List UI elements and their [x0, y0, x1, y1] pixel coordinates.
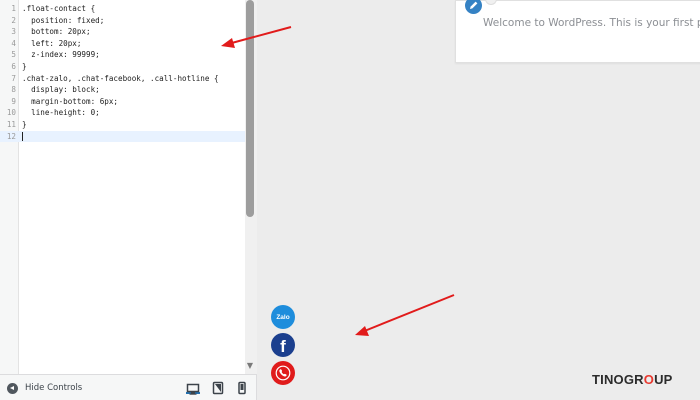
- chat-facebook-button[interactable]: f: [271, 333, 295, 357]
- editor-scrollbar-thumb[interactable]: [246, 0, 254, 217]
- chat-zalo-button[interactable]: Zalo: [271, 305, 295, 329]
- pencil-icon: [470, 1, 478, 9]
- desktop-icon: [186, 383, 200, 395]
- preview-mobile-button[interactable]: [237, 380, 251, 395]
- code-line[interactable]: 2 position: fixed;: [0, 15, 245, 27]
- comment-text: Welcome to WordPress. This is your first…: [483, 17, 700, 29]
- code-line[interactable]: 10 line-height: 0;: [0, 107, 245, 119]
- comment-card: [455, 0, 700, 63]
- code-line[interactable]: 8 display: block;: [0, 84, 245, 96]
- code-line[interactable]: 1 .float-contact {: [0, 3, 245, 15]
- phone-icon: [275, 365, 291, 381]
- facebook-icon: f: [280, 336, 286, 356]
- code-line-active[interactable]: 12: [0, 130, 245, 143]
- zalo-icon: Zalo: [276, 313, 290, 321]
- code-line[interactable]: 3 bottom: 20px;: [0, 26, 245, 38]
- preview-desktop-button[interactable]: [186, 380, 200, 395]
- edit-shortcut-pencil-icon[interactable]: [465, 0, 482, 14]
- call-hotline-button[interactable]: [271, 361, 295, 385]
- tablet-icon: [212, 381, 224, 395]
- code-line[interactable]: 5 z-index: 99999;: [0, 49, 245, 61]
- hide-controls-label: Hide Controls: [25, 383, 83, 393]
- hide-controls-button[interactable]: Hide Controls: [7, 381, 82, 395]
- collapse-icon: [7, 382, 18, 394]
- tinogroup-logo: TINOGROUP: [592, 372, 673, 387]
- css-editor-panel[interactable]: 1 .float-contact { 2 position: fixed; 3 b…: [0, 0, 257, 374]
- customizer-footer-controls: Hide Controls: [0, 374, 257, 400]
- code-line[interactable]: 7 .chat-zalo, .chat-facebook, .call-hotli…: [0, 73, 245, 85]
- code-line[interactable]: 6}: [0, 61, 245, 73]
- mobile-icon: [238, 381, 246, 395]
- code-line[interactable]: 11}: [0, 119, 245, 131]
- code-lines[interactable]: 1 .float-contact { 2 position: fixed; 3 b…: [0, 3, 245, 143]
- scroll-down-arrow-icon[interactable]: ▼: [245, 361, 255, 371]
- code-line[interactable]: 4 left: 20px;: [0, 38, 245, 50]
- code-line[interactable]: 9 margin-bottom: 6px;: [0, 96, 245, 108]
- preview-tablet-button[interactable]: [211, 380, 225, 395]
